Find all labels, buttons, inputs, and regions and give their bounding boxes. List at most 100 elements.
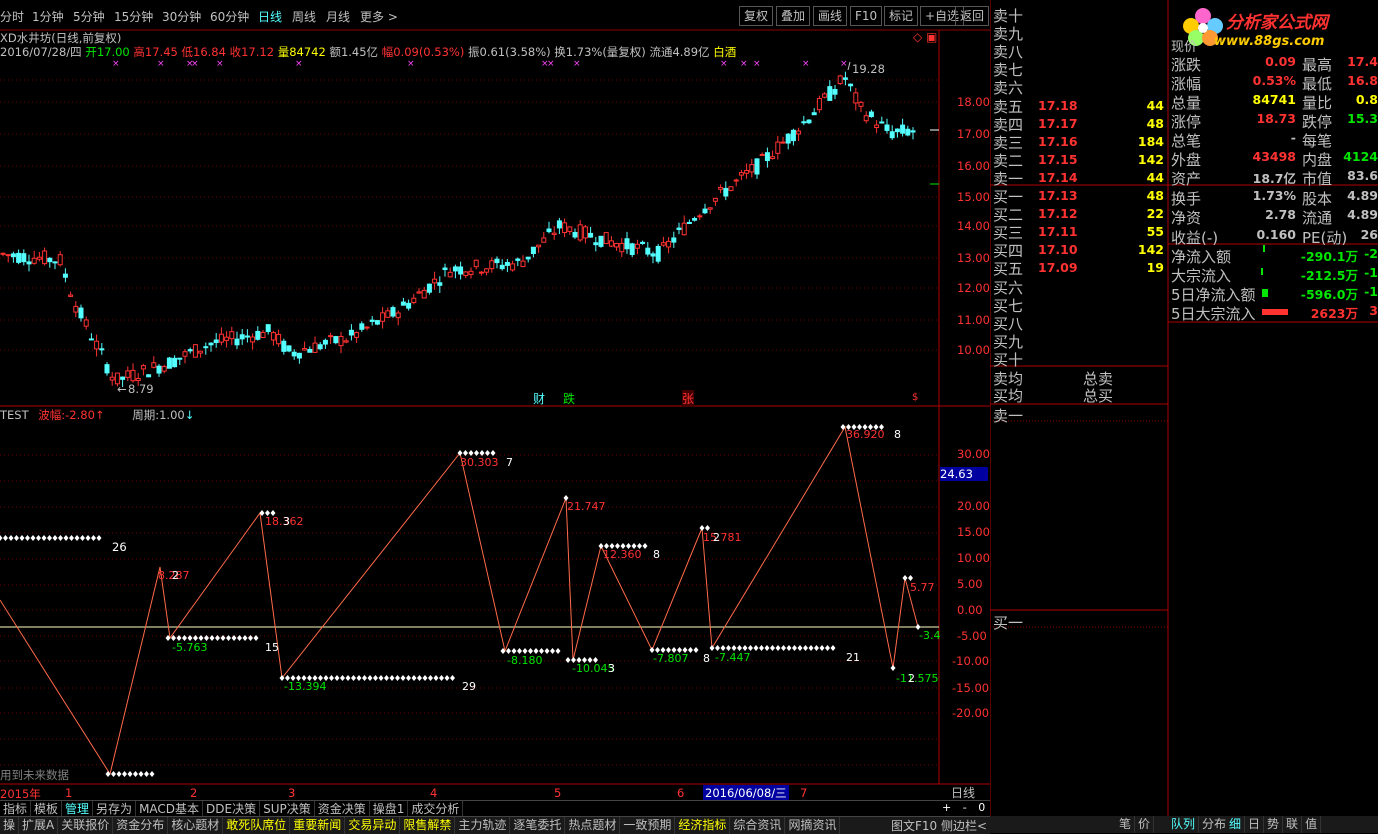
tab-ticks[interactable]: 笔 xyxy=(1116,816,1136,833)
event-marker-rise[interactable]: 张 xyxy=(682,390,695,407)
tab-consensus[interactable]: 一致预期 xyxy=(620,817,676,834)
candle-body xyxy=(416,291,422,294)
indicator-dot xyxy=(58,535,63,541)
candle-body xyxy=(837,75,843,85)
candle-body xyxy=(530,246,536,255)
indicator-axis-tick: -10.00 xyxy=(952,654,990,668)
candle-body xyxy=(343,340,349,343)
candle-body xyxy=(348,329,354,336)
signal-marker: × xyxy=(407,59,415,69)
tab-lockup-release[interactable]: 限售解禁 xyxy=(400,817,456,834)
tab-web-news[interactable]: 网摘资讯 xyxy=(785,817,841,834)
orderbook-price[interactable]: 17.16 xyxy=(1038,134,1078,149)
candle-body xyxy=(447,271,453,278)
orderbook-price[interactable]: 17.11 xyxy=(1038,224,1078,239)
orderbook-price[interactable]: 17.15 xyxy=(1038,152,1078,167)
candle-body xyxy=(822,93,828,98)
tab-main-track[interactable]: 主力轨迹 xyxy=(455,817,511,834)
orderbook-price[interactable]: 17.12 xyxy=(1038,206,1078,221)
swing-value: 5.77 xyxy=(910,581,935,594)
candle-body xyxy=(775,141,781,154)
indicator-dot xyxy=(0,535,3,541)
tab-comprehensive-news[interactable]: 综合资讯 xyxy=(730,817,786,834)
candle-body xyxy=(374,320,380,325)
tab-fund-distribution[interactable]: 资金分布 xyxy=(113,817,169,834)
current-price-label: 现价 xyxy=(1171,40,1198,55)
site-logo: 分析家公式网 www.88gs.com xyxy=(1178,4,1378,52)
event-marker-icon[interactable]: $ xyxy=(912,392,918,403)
indicator-axis-tick: 15.00 xyxy=(957,525,990,539)
candle-body xyxy=(686,221,692,224)
tab-value[interactable]: 值 xyxy=(1302,816,1322,833)
orderbook-price[interactable]: 17.18 xyxy=(1038,98,1078,113)
tab-related-quotes[interactable]: 关联报价 xyxy=(58,817,114,834)
candle-body xyxy=(57,254,63,266)
add-pane-button[interactable]: + xyxy=(942,801,951,814)
tab-important-news[interactable]: 重要新闻 xyxy=(290,817,346,834)
orderbook-price[interactable]: 17.10 xyxy=(1038,242,1078,257)
stat-value: 4124 xyxy=(1343,149,1378,164)
candle-body xyxy=(265,324,271,333)
candle-body xyxy=(499,264,505,270)
sidebar-toggle[interactable]: 侧边栏< xyxy=(941,819,987,833)
candle-body xyxy=(608,240,614,247)
tab-daily[interactable]: 日 xyxy=(1245,816,1265,833)
stat-value: 17.4 xyxy=(1347,54,1378,69)
candle-body xyxy=(546,228,552,233)
orderbook-price[interactable]: 17.13 xyxy=(1038,188,1078,203)
signal-marker: × xyxy=(216,59,224,69)
orderbook-level-label: 买十 xyxy=(993,350,1024,369)
candle-body xyxy=(879,121,885,124)
tab-detail[interactable]: 细 xyxy=(1226,816,1246,833)
tab-trade-anomaly[interactable]: 交易异动 xyxy=(345,817,401,834)
indicator-dot xyxy=(433,675,439,681)
tab-trend[interactable]: 势 xyxy=(1264,816,1284,833)
stat-value: - xyxy=(1290,130,1296,145)
price-axis-tick: 14.00 xyxy=(957,219,990,233)
flow-extra: -1 xyxy=(1364,265,1378,280)
candle-body xyxy=(655,245,661,262)
indicator-header: TEST 波幅:-2.80↑ 周期:1.00↓ xyxy=(0,407,194,423)
swing-value: -11.575 xyxy=(896,672,939,685)
indicator-dot xyxy=(237,635,242,641)
tab-f10-text[interactable]: 图文F10 xyxy=(891,819,937,833)
time-axis-period[interactable]: 日线 xyxy=(951,784,975,801)
candle-body xyxy=(94,340,100,350)
orderbook-price[interactable]: 17.17 xyxy=(1038,116,1078,131)
candle-body xyxy=(645,247,651,255)
remove-pane-button[interactable]: - xyxy=(963,801,967,814)
reset-pane-button[interactable]: 0 xyxy=(978,801,985,814)
indicator-dot xyxy=(138,771,144,777)
tab-ext-a[interactable]: 扩展A xyxy=(19,817,59,834)
indicator-grid xyxy=(0,454,939,766)
event-marker-finance[interactable]: 财 xyxy=(533,390,545,407)
indicator-zigzag-line xyxy=(0,425,919,776)
orderbook-price[interactable]: 17.09 xyxy=(1038,260,1078,275)
indicator-period-label: 周期: xyxy=(132,408,160,422)
stat-label: 内盘 xyxy=(1302,151,1333,169)
tab-hot-topics[interactable]: 热点题材 xyxy=(565,817,621,834)
tab-queue[interactable]: 队列 xyxy=(1168,816,1200,833)
tab-tick-orders[interactable]: 逐笔委托 xyxy=(510,817,566,834)
swing-count: 8 xyxy=(894,428,901,441)
right-tab-bar-3: 细日势联值 xyxy=(1226,816,1378,833)
candle-body xyxy=(16,252,22,263)
indicator-dot xyxy=(329,675,334,681)
candle-body xyxy=(10,253,16,258)
price-grid xyxy=(0,79,939,351)
indicator-dot xyxy=(91,535,96,541)
tab-core-topics[interactable]: 核心题材 xyxy=(168,817,224,834)
tab-dare-to-die-seats[interactable]: 敢死队席位 xyxy=(223,817,291,834)
signal-marker: × xyxy=(573,59,581,69)
tab-price[interactable]: 价 xyxy=(1135,816,1155,833)
indicator-name[interactable]: TEST xyxy=(0,408,29,422)
tab-link[interactable]: 联 xyxy=(1283,816,1303,833)
tab-economic-indicators[interactable]: 经济指标 xyxy=(675,817,731,834)
orderbook-price[interactable]: 17.14 xyxy=(1038,170,1078,185)
indicator-dot xyxy=(565,657,571,663)
tab-trade[interactable]: 操 xyxy=(0,817,20,834)
candle-body xyxy=(853,92,859,104)
indicator-dot xyxy=(792,645,797,651)
event-marker-drop[interactable]: 跌 xyxy=(563,390,575,407)
chart-canvas[interactable]: × × ×× × × × ×× × × × × × × xyxy=(0,0,990,800)
